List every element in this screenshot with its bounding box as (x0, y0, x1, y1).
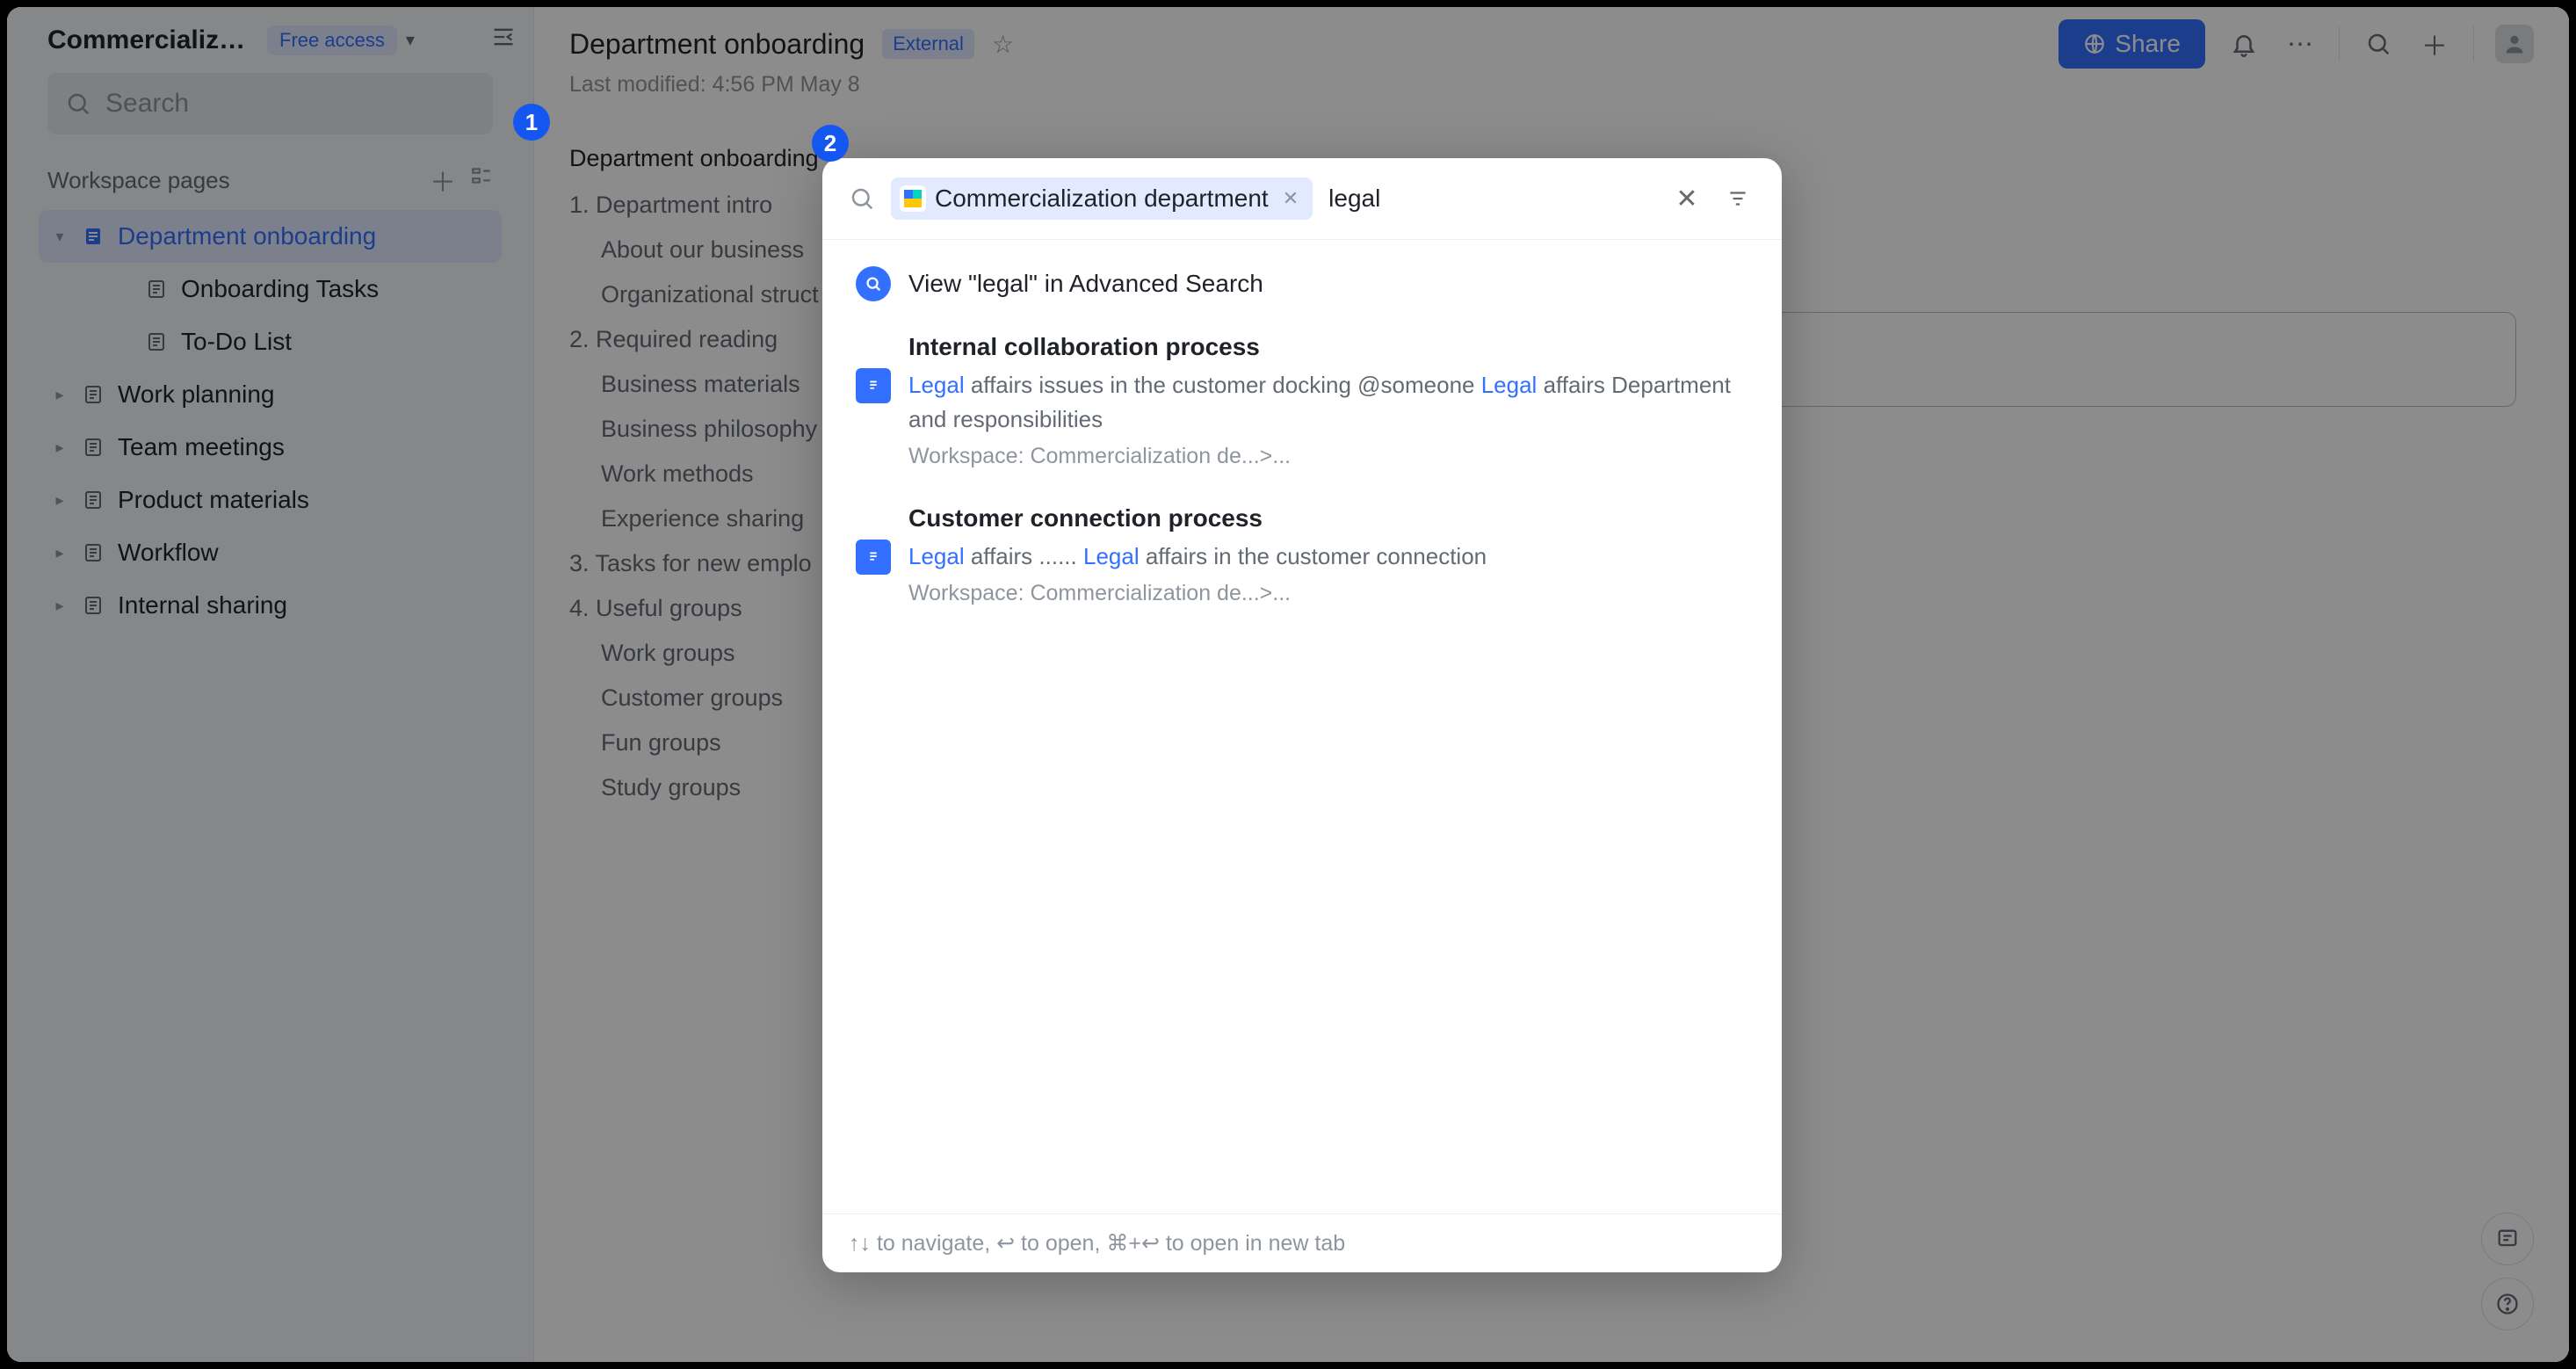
plus-icon[interactable]: ＋ (2417, 26, 2452, 62)
bell-icon[interactable] (2226, 26, 2261, 62)
close-dialog-icon[interactable]: ✕ (1669, 181, 1704, 216)
nav-item-workflow[interactable]: ▸ Workflow (39, 526, 502, 579)
nav-label: Internal sharing (118, 591, 287, 619)
workspace-icon (900, 185, 926, 212)
result-snippet: Legal affairs ...... Legal affairs in th… (908, 540, 1487, 574)
nav-label: Onboarding Tasks (181, 275, 379, 303)
doc-icon (81, 382, 105, 407)
sidebar-search[interactable]: Search (47, 73, 493, 134)
nav-label: Product materials (118, 486, 309, 514)
last-modified: Last modified: 4:56 PM May 8 (534, 69, 2569, 110)
separator (2339, 26, 2340, 62)
annotation-2: 2 (812, 125, 849, 162)
share-button[interactable]: Share (2059, 19, 2205, 69)
scope-chip-label: Commercialization department (935, 185, 1269, 213)
comments-fab[interactable] (2481, 1213, 2534, 1265)
search-result[interactable]: Internal collaboration process Legal affa… (822, 315, 1782, 487)
external-badge: External (882, 29, 974, 59)
nav-label: Department onboarding (118, 222, 376, 250)
result-snippet: Legal affairs issues in the customer doc… (908, 368, 1748, 437)
search-scope-chip[interactable]: Commercialization department ✕ (891, 177, 1313, 220)
nav-list: ▾ Department onboarding Onboarding Tasks (7, 210, 533, 632)
collapse-sidebar-icon[interactable] (491, 25, 516, 55)
help-fab[interactable] (2481, 1278, 2534, 1330)
nav-label: To-Do List (181, 328, 292, 356)
triangle-right-icon[interactable]: ▸ (51, 491, 69, 509)
close-chip-icon[interactable]: ✕ (1277, 187, 1304, 210)
workspace-header[interactable]: Commercializati... Free access ▾ (7, 7, 533, 64)
avatar[interactable] (2495, 25, 2534, 63)
triangle-right-icon[interactable]: ▸ (51, 544, 69, 561)
search-icon (849, 185, 875, 212)
separator (2473, 26, 2474, 62)
search-dialog-footer: ↑↓ to navigate, ↩ to open, ⌘+↩ to open i… (822, 1213, 1782, 1272)
nav-item-department-onboarding[interactable]: ▾ Department onboarding (39, 210, 502, 263)
result-path: Workspace: Commercialization de...>... (908, 444, 1748, 469)
result-title: Customer connection process (908, 504, 1487, 532)
search-input[interactable] (1328, 185, 1653, 213)
nav-item-onboarding-tasks[interactable]: Onboarding Tasks (109, 263, 502, 315)
doc-icon (81, 488, 105, 512)
topbar: Department onboarding External ☆ Share ⋯… (534, 7, 2569, 69)
chevron-down-icon[interactable]: ▾ (406, 29, 415, 51)
triangle-down-icon[interactable]: ▾ (51, 228, 69, 245)
nav-label: Workflow (118, 539, 219, 567)
doc-icon (81, 435, 105, 460)
advanced-search-row[interactable]: View "legal" in Advanced Search (822, 252, 1782, 315)
doc-icon (856, 540, 891, 575)
workspace-pages-header: Workspace pages ＋ (7, 150, 533, 210)
search-icon (65, 91, 91, 117)
workspace-title: Commercializati... (47, 25, 258, 55)
add-page-icon[interactable]: ＋ (430, 161, 456, 199)
search-dialog-header: Commercialization department ✕ ✕ (822, 158, 1782, 240)
nav-item-work-planning[interactable]: ▸ Work planning (39, 368, 502, 421)
advanced-search-label: View "legal" in Advanced Search (908, 270, 1263, 298)
advanced-search-icon (856, 266, 891, 301)
nav-item-product-materials[interactable]: ▸ Product materials (39, 474, 502, 526)
doc-title: Department onboarding (569, 28, 865, 61)
doc-icon (81, 540, 105, 565)
star-icon[interactable]: ☆ (992, 30, 1014, 59)
search-results: View "legal" in Advanced Search Internal… (822, 240, 1782, 1213)
search-icon[interactable] (2361, 26, 2396, 62)
doc-icon (856, 368, 891, 403)
search-dialog: Commercialization department ✕ ✕ View "l… (822, 158, 1782, 1272)
search-placeholder: Search (105, 89, 189, 119)
section-label: Workspace pages (47, 167, 230, 194)
nav-label: Team meetings (118, 433, 285, 461)
sidebar: Commercializati... Free access ▾ Search … (7, 7, 534, 1362)
annotation-1: 1 (513, 104, 550, 141)
nav-item-todo-list[interactable]: To-Do List (109, 315, 502, 368)
more-icon[interactable]: ⋯ (2283, 26, 2318, 62)
triangle-right-icon[interactable]: ▸ (51, 438, 69, 456)
nav-item-internal-sharing[interactable]: ▸ Internal sharing (39, 579, 502, 632)
doc-icon (81, 224, 105, 249)
search-result[interactable]: Customer connection process Legal affairs… (822, 487, 1782, 624)
share-label: Share (2115, 30, 2181, 58)
result-title: Internal collaboration process (908, 333, 1748, 361)
free-access-badge: Free access (267, 25, 397, 55)
section-more-icon[interactable] (470, 165, 493, 195)
triangle-right-icon[interactable]: ▸ (51, 597, 69, 614)
nav-item-team-meetings[interactable]: ▸ Team meetings (39, 421, 502, 474)
doc-icon (144, 277, 169, 301)
doc-icon (81, 593, 105, 618)
doc-icon (144, 330, 169, 354)
triangle-right-icon[interactable]: ▸ (51, 386, 69, 403)
globe-icon (2083, 33, 2106, 55)
filter-icon[interactable] (1720, 181, 1755, 216)
nav-label: Work planning (118, 380, 274, 409)
result-path: Workspace: Commercialization de...>... (908, 581, 1487, 606)
